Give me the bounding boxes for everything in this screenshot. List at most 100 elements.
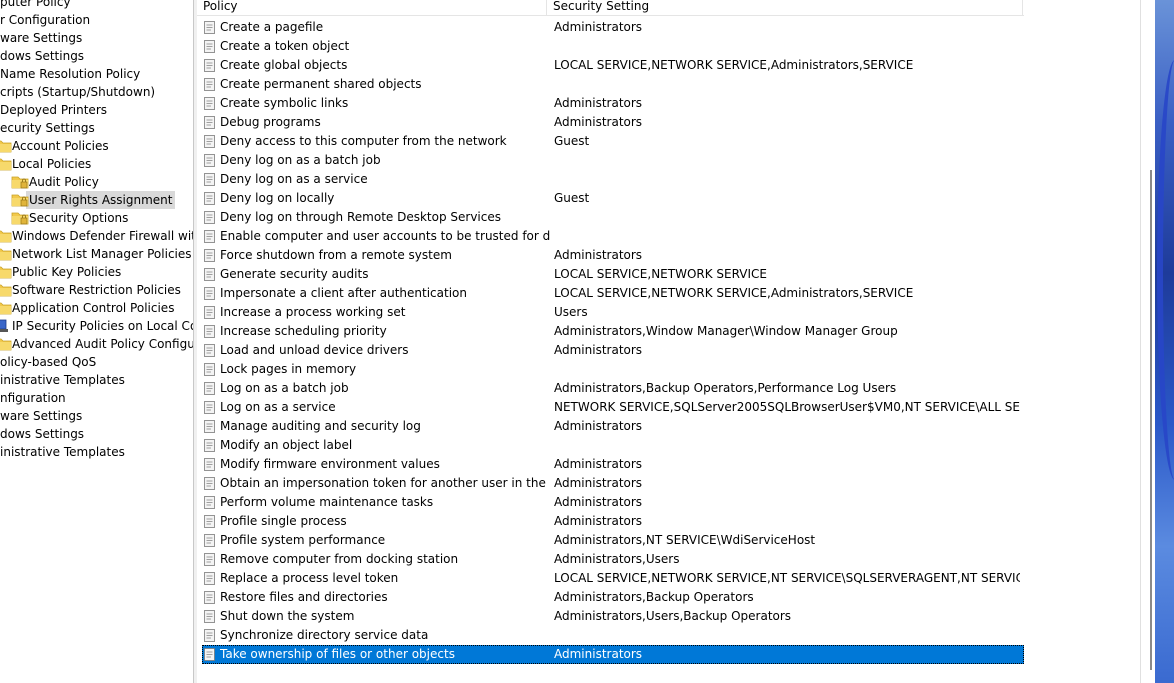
desktop-wallpaper-edge — [1155, 0, 1174, 683]
security-setting-value: Administrators — [554, 514, 643, 528]
tree-item[interactable]: ›Security Options — [0, 209, 131, 227]
policy-name: Generate security audits — [220, 267, 369, 281]
policy-row[interactable]: Force shutdown from a remote system Admin… — [202, 246, 1024, 265]
vertical-scrollbar[interactable] — [1140, 0, 1155, 683]
policy-row[interactable]: Obtain an impersonation token for anothe… — [202, 474, 1024, 493]
policy-name: Modify an object label — [220, 438, 353, 452]
security-setting-value: Administrators — [554, 647, 643, 661]
tree-item[interactable]: nfiguration — [0, 389, 69, 407]
policy-row[interactable]: Log on as a service NETWORK SERVICE,SQLSe… — [202, 398, 1024, 417]
tree-item[interactable]: puter Policy — [0, 0, 74, 11]
security-setting-value: Guest — [554, 191, 590, 205]
tree-item[interactable]: inistrative Templates — [0, 443, 128, 461]
tree-item-label: Name Resolution Policy — [0, 67, 141, 81]
policy-document-icon — [204, 534, 215, 547]
policy-name: Log on as a batch job — [220, 381, 349, 395]
tree-item[interactable]: ware Settings — [0, 407, 85, 425]
policy-row[interactable]: Replace a process level token LOCAL SERVI… — [202, 569, 1024, 588]
policy-list: Policy Security Setting Create a pagefil… — [197, 0, 1143, 683]
security-setting-value: Administrators,Users — [554, 552, 680, 566]
policy-row[interactable]: Create a token object — [202, 37, 1024, 56]
policy-row[interactable]: Manage auditing and security log Administ… — [202, 417, 1024, 436]
security-setting-value: Administrators,Backup Operators — [554, 590, 754, 604]
policy-row[interactable]: Deny log on locally Guest — [202, 189, 1024, 208]
tree-item[interactable]: ware Settings — [0, 29, 85, 47]
policy-name: Deny log on as a batch job — [220, 153, 381, 167]
policy-row[interactable]: Enable computer and user accounts to be … — [202, 227, 1024, 246]
policy-row[interactable]: Remove computer from docking station Admi… — [202, 550, 1024, 569]
tree-item[interactable]: Software Restriction Policies — [0, 281, 184, 299]
tree-item-label: Public Key Policies — [12, 265, 122, 279]
security-setting-value: Administrators — [554, 248, 643, 262]
tree-item[interactable]: Advanced Audit Policy Configurat — [0, 335, 193, 353]
security-setting-value: Users — [554, 305, 588, 319]
policy-row[interactable]: Take ownership of files or other objects… — [202, 645, 1024, 664]
policy-row[interactable]: Create a pagefile Administrators — [202, 18, 1024, 37]
policy-row[interactable]: Increase scheduling priority Administrato… — [202, 322, 1024, 341]
policy-name: Create symbolic links — [220, 96, 349, 110]
policy-row[interactable]: Impersonate a client after authenticatio… — [202, 284, 1024, 303]
tree-item[interactable]: ecurity Settings — [0, 119, 98, 137]
security-setting-value: Administrators,NT SERVICE\WdiServiceHost — [554, 533, 816, 547]
tree-item[interactable]: IP Security Policies on Local Comp — [0, 317, 193, 335]
tree-item[interactable]: inistrative Templates — [0, 371, 128, 389]
policy-row[interactable]: Deny log on as a batch job — [202, 151, 1024, 170]
policy-document-icon — [204, 629, 215, 642]
tree-item-label: IP Security Policies on Local Comp — [12, 319, 193, 333]
scrollbar-thumb[interactable] — [1150, 170, 1152, 670]
tree-item[interactable]: Public Key Policies — [0, 263, 124, 281]
policy-row[interactable]: Modify an object label — [202, 436, 1024, 455]
policy-row[interactable]: Restore files and directories Administrat… — [202, 588, 1024, 607]
tree-item[interactable]: dows Settings — [0, 47, 87, 65]
policy-row[interactable]: Synchronize directory service data — [202, 626, 1024, 645]
policy-row[interactable]: Profile single process Administrators — [202, 512, 1024, 531]
security-setting-value: Administrators,Users,Backup Operators — [554, 609, 792, 623]
tree-item[interactable]: dows Settings — [0, 425, 87, 443]
locked-folder-icon — [11, 194, 29, 207]
policy-name: Create a pagefile — [220, 20, 324, 34]
policy-row[interactable]: Deny access to this computer from the ne… — [202, 132, 1024, 151]
tree-item[interactable]: ›User Rights Assignment — [0, 191, 176, 209]
policy-row[interactable]: Log on as a batch job Administrators,Back… — [202, 379, 1024, 398]
policy-row[interactable]: Lock pages in memory — [202, 360, 1024, 379]
security-setting-value: Administrators,Backup Operators,Performa… — [554, 381, 897, 395]
tree-item[interactable]: Network List Manager Policies — [0, 245, 193, 263]
policy-name: Load and unload device drivers — [220, 343, 409, 357]
policy-row[interactable]: Modify firmware environment values Admini… — [202, 455, 1024, 474]
tree-item[interactable]: Application Control Policies — [0, 299, 177, 317]
tree-item[interactable]: Deployed Printers — [0, 101, 110, 119]
policy-row[interactable]: Create permanent shared objects — [202, 75, 1024, 94]
policy-name: Modify firmware environment values — [220, 457, 440, 471]
tree-item[interactable]: Windows Defender Firewall with A — [0, 227, 193, 245]
policy-row[interactable]: Load and unload device drivers Administra… — [202, 341, 1024, 360]
policy-row[interactable]: Increase a process working set Users — [202, 303, 1024, 322]
policy-name: Increase scheduling priority — [220, 324, 387, 338]
policy-row[interactable]: Create global objects LOCAL SERVICE,NETWO… — [202, 56, 1024, 75]
policy-row[interactable]: Shut down the system Administrators,Users… — [202, 607, 1024, 626]
policy-document-icon — [204, 401, 215, 414]
tree-item[interactable]: cripts (Startup/Shutdown) — [0, 83, 158, 101]
policy-row[interactable]: Generate security audits LOCAL SERVICE,NE… — [202, 265, 1024, 284]
tree-item[interactable]: olicy-based QoS — [0, 353, 99, 371]
tree-item[interactable]: Local Policies — [0, 155, 94, 173]
policy-document-icon — [204, 515, 215, 528]
policy-row[interactable]: Deny log on as a service — [202, 170, 1024, 189]
tree-item[interactable]: r Configuration — [0, 11, 93, 29]
policy-name: Profile system performance — [220, 533, 386, 547]
tree-item[interactable]: Name Resolution Policy — [0, 65, 143, 83]
policy-row[interactable]: Deny log on through Remote Desktop Servi… — [202, 208, 1024, 227]
column-header-security-setting[interactable]: Security Setting — [547, 0, 1023, 15]
policy-document-icon — [204, 268, 215, 281]
policy-row[interactable]: Create symbolic links Administrators — [202, 94, 1024, 113]
policy-name: Impersonate a client after authenticatio… — [220, 286, 467, 300]
policy-name: Deny log on locally — [220, 191, 335, 205]
policy-row[interactable]: Profile system performance Administrators… — [202, 531, 1024, 550]
policy-row[interactable]: Perform volume maintenance tasks Administ… — [202, 493, 1024, 512]
column-header-policy[interactable]: Policy — [197, 0, 547, 15]
tree-item[interactable]: ›Audit Policy — [0, 173, 102, 191]
policy-row[interactable]: Debug programs Administrators — [202, 113, 1024, 132]
tree-item-label: User Rights Assignment — [26, 191, 176, 209]
tree-item[interactable]: Account Policies — [0, 137, 112, 155]
folder-icon — [0, 338, 12, 351]
tree-item-label: dows Settings — [0, 427, 85, 441]
